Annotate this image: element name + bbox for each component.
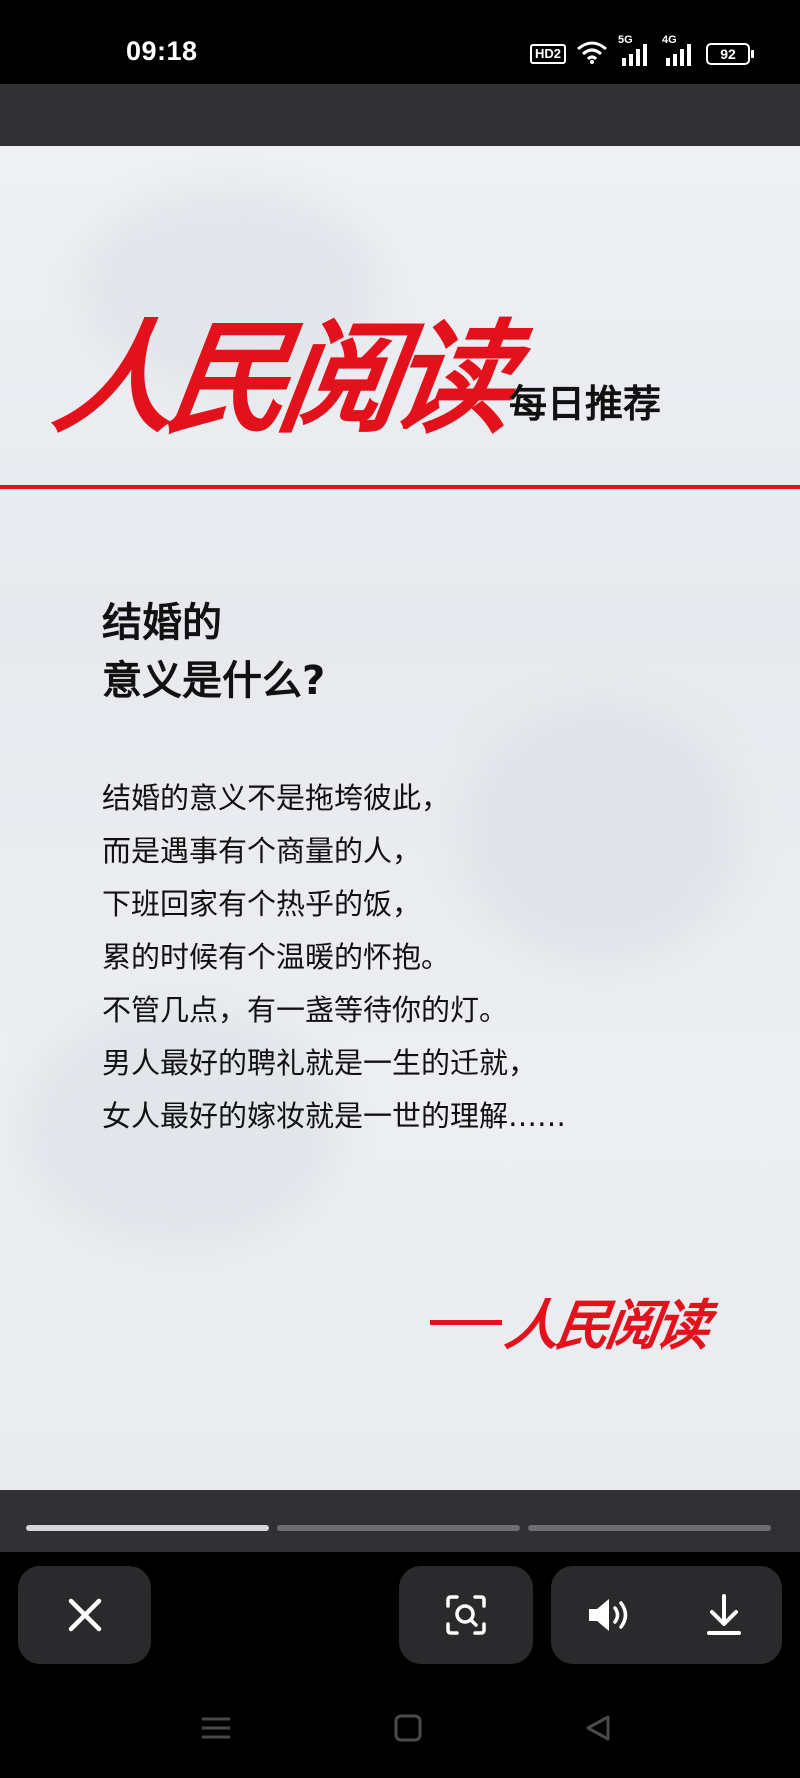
poem-body: 结婚的意义不是拖垮彼此， 而是遇事有个商量的人， 下班回家有个热乎的饭， 累的时… [102, 772, 566, 1143]
poem-line: 不管几点，有一盏等待你的灯。 [102, 993, 509, 1027]
story-progress [26, 1525, 771, 1531]
media-controls [551, 1566, 782, 1664]
story-top-band [0, 84, 800, 146]
headline-line: 结婚的 [102, 600, 222, 646]
status-bar: 09:18 HD2 5G 4G 92 [0, 0, 800, 84]
poem-line: 女人最好的嫁妆就是一世的理解…… [102, 1099, 567, 1133]
signature: 人民阅读 [430, 1290, 750, 1370]
back-icon[interactable] [573, 1703, 623, 1753]
menu-icon[interactable] [191, 1703, 241, 1753]
poem-line: 累的时候有个温暖的怀抱。 [102, 940, 451, 974]
brand-logo: 人民阅读 [45, 306, 515, 450]
poem-line: 下班回家有个热乎的饭， [102, 887, 422, 921]
status-icons: HD2 5G 4G 92 [529, 34, 754, 68]
signal-4g-icon: 4G [662, 34, 696, 66]
speaker-icon[interactable] [579, 1585, 639, 1645]
close-button[interactable] [18, 1566, 151, 1664]
headline-line: 意义是什么? [102, 658, 326, 704]
poem-line: 而是遇事有个商量的人， [102, 834, 422, 868]
download-icon[interactable] [694, 1585, 754, 1645]
battery-icon: 92 [706, 43, 754, 65]
signal-5g-icon: 5G [618, 34, 652, 66]
header-divider [0, 485, 800, 489]
image-search-icon [436, 1585, 496, 1645]
signature-dash [430, 1320, 502, 1325]
poem-line: 结婚的意义不是拖垮彼此， [102, 781, 451, 815]
brand-header: 人民阅读 每日推荐 [46, 306, 756, 450]
headline: 结婚的 意义是什么? [102, 594, 325, 710]
brand-subtitle: 每日推荐 [509, 382, 662, 426]
close-icon [55, 1585, 115, 1645]
story-image: 人民阅读 每日推荐 结婚的 意义是什么? 结婚的意义不是拖垮彼此， 而是遇事有个… [0, 146, 800, 1490]
progress-segment [26, 1525, 269, 1531]
poem-line: 男人最好的聘礼就是一生的迁就， [102, 1046, 538, 1080]
story-bottom-band [0, 1490, 800, 1552]
wifi-icon [576, 40, 608, 68]
image-search-button[interactable] [399, 1566, 533, 1664]
system-navigation-bar [0, 1678, 800, 1778]
home-icon[interactable] [383, 1703, 433, 1753]
status-time: 09:18 [126, 36, 198, 66]
action-bar [0, 1552, 800, 1678]
progress-segment [528, 1525, 771, 1531]
progress-segment [277, 1525, 520, 1531]
hd-call-icon: HD2 [529, 44, 566, 64]
signature-logo: 人民阅读 [501, 1293, 711, 1357]
